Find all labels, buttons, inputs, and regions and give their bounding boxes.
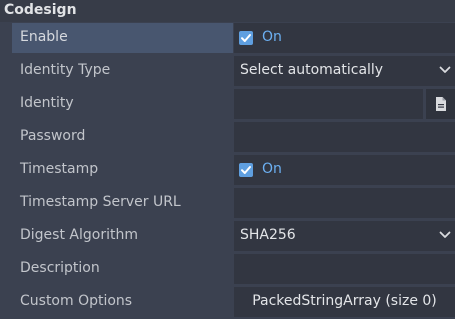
- property-label-cell: Password: [12, 122, 233, 152]
- section-header[interactable]: Codesign: [0, 0, 455, 22]
- enable-value: On: [262, 29, 282, 45]
- identity-type-value: Select automatically: [240, 62, 384, 78]
- property-row-identity: Identity: [0, 88, 455, 121]
- timestamp-server-url-input[interactable]: [234, 188, 455, 218]
- digest-algorithm-dropdown[interactable]: SHA256: [234, 221, 455, 251]
- checkmark-icon[interactable]: [239, 31, 253, 45]
- property-label-cell: Digest Algorithm: [12, 221, 233, 251]
- property-row-enable[interactable]: Enable On: [0, 22, 455, 55]
- password-label: Password: [20, 128, 86, 144]
- property-label-cell: Custom Options: [12, 287, 233, 317]
- timestamp-label: Timestamp: [20, 161, 99, 177]
- property-label-cell: Timestamp: [12, 155, 233, 185]
- identity-type-dropdown[interactable]: Select automatically: [234, 56, 455, 86]
- identity-type-label: Identity Type: [20, 62, 111, 78]
- identity-input[interactable]: [234, 89, 423, 119]
- property-row-identity-type: Identity Type Select automatically: [0, 55, 455, 88]
- timestamp-toggle[interactable]: On: [234, 155, 455, 185]
- property-row-digest-algorithm: Digest Algorithm SHA256: [0, 220, 455, 253]
- password-input[interactable]: [234, 122, 455, 152]
- digest-algorithm-label: Digest Algorithm: [20, 227, 138, 243]
- chevron-down-icon: [439, 231, 451, 238]
- property-row-custom-options: Custom Options PackedStringArray (size 0…: [0, 286, 455, 319]
- property-row-timestamp: Timestamp On: [0, 154, 455, 187]
- enable-label: Enable: [20, 29, 68, 45]
- file-icon: [436, 97, 446, 111]
- custom-options-array-button[interactable]: PackedStringArray (size 0): [234, 287, 455, 317]
- checkmark-icon[interactable]: [239, 163, 253, 177]
- property-row-description: Description: [0, 253, 455, 286]
- property-row-timestamp-server-url: Timestamp Server URL: [0, 187, 455, 220]
- property-label-cell: Timestamp Server URL: [12, 188, 233, 218]
- browse-file-button[interactable]: [426, 89, 455, 119]
- chevron-down-icon: [439, 66, 451, 73]
- property-label-cell: Description: [12, 254, 233, 284]
- custom-options-label: Custom Options: [20, 293, 133, 309]
- description-input[interactable]: [234, 254, 455, 284]
- section-title: Codesign: [4, 2, 77, 18]
- identity-label: Identity: [20, 95, 74, 111]
- property-label-cell: Enable: [12, 23, 233, 53]
- property-row-password: Password: [0, 121, 455, 154]
- custom-options-value: PackedStringArray (size 0): [252, 293, 437, 309]
- timestamp-server-url-label: Timestamp Server URL: [20, 194, 181, 210]
- enable-toggle[interactable]: On: [234, 23, 455, 53]
- property-label-cell: Identity: [12, 89, 233, 119]
- property-label-cell: Identity Type: [12, 56, 233, 86]
- description-label: Description: [20, 260, 100, 276]
- timestamp-value: On: [262, 161, 282, 177]
- digest-algorithm-value: SHA256: [240, 227, 296, 243]
